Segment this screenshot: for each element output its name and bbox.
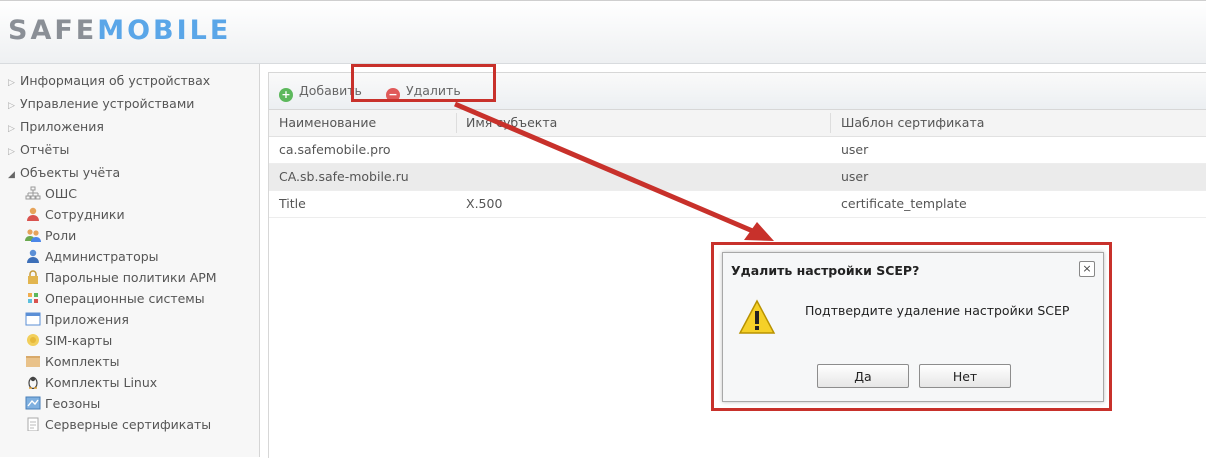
lock-icon <box>28 270 38 284</box>
collapsed-triangle-icon: ▷ <box>8 78 15 88</box>
document-icon <box>27 417 39 431</box>
logo: SAFEMOBILE <box>8 15 232 46</box>
sidebar-subitem-geozones[interactable]: Геозоны <box>25 394 100 414</box>
column-header-template[interactable]: Шаблон сертификата <box>841 110 984 136</box>
collapsed-triangle-icon: ▷ <box>8 101 15 111</box>
sidebar-subitem-kits[interactable]: Комплекты <box>25 352 120 372</box>
admin-icon <box>27 249 39 263</box>
table-row[interactable]: Title X.500 certificate_template <box>269 191 1206 218</box>
roles-icon <box>25 229 41 242</box>
sidebar-subitem-password-policies[interactable]: Парольные политики АРМ <box>25 268 217 288</box>
sidebar-subitem-roles[interactable]: Роли <box>25 226 76 246</box>
sidebar-item-applications[interactable]: ▷ Приложения <box>8 117 104 137</box>
sidebar-subitem-sim-cards[interactable]: SIM-карты <box>25 331 112 351</box>
expanded-triangle-icon: ◢ <box>8 170 15 180</box>
collapsed-triangle-icon: ▷ <box>8 124 15 134</box>
sidebar-subitem-administrators[interactable]: Администраторы <box>25 247 159 267</box>
dialog-highlight <box>711 242 1112 411</box>
table-header: Наименование Имя субъекта Шаблон сертифи… <box>269 110 1206 137</box>
sim-icon <box>27 334 39 346</box>
header: SAFEMOBILE <box>0 1 1206 64</box>
os-icon <box>28 293 38 303</box>
add-icon: + <box>279 88 293 102</box>
column-header-subject[interactable]: Имя субъекта <box>466 110 557 136</box>
sidebar-item-device-management[interactable]: ▷ Управление устройствами <box>8 94 194 114</box>
column-header-name[interactable]: Наименование <box>279 110 376 136</box>
sidebar-subitem-oshs[interactable]: ОШС <box>25 184 77 204</box>
sidebar-item-reports[interactable]: ▷ Отчёты <box>8 140 69 160</box>
delete-button-highlight <box>351 64 496 102</box>
add-button[interactable]: + Добавить <box>279 82 362 102</box>
table-row[interactable]: ca.safemobile.pro user <box>269 137 1206 164</box>
column-divider[interactable] <box>830 113 831 133</box>
sidebar-subitem-employees[interactable]: Сотрудники <box>25 205 125 225</box>
sidebar-item-device-info[interactable]: ▷ Информация об устройствах <box>8 71 210 91</box>
sidebar-item-accounting-objects[interactable]: ◢ Объекты учёта <box>8 163 120 183</box>
sidebar-subitem-applications[interactable]: Приложения <box>25 310 129 330</box>
map-icon <box>25 396 41 410</box>
linux-icon <box>28 376 38 389</box>
org-structure-icon <box>25 186 41 200</box>
employee-icon <box>27 207 39 221</box>
column-divider[interactable] <box>456 113 457 133</box>
sidebar: ▷ Информация об устройствах ▷ Управление у… <box>0 64 260 457</box>
sidebar-subitem-operating-systems[interactable]: Операционные системы <box>25 289 205 309</box>
sidebar-subitem-linux-kits[interactable]: Комплекты Linux <box>25 373 157 393</box>
folder-icon <box>26 356 40 367</box>
window-icon <box>25 312 41 326</box>
collapsed-triangle-icon: ▷ <box>8 147 15 157</box>
table-row-selected[interactable]: CA.sb.safe-mobile.ru user <box>269 164 1206 191</box>
sidebar-subitem-server-certificates[interactable]: Серверные сертификаты <box>25 415 211 435</box>
